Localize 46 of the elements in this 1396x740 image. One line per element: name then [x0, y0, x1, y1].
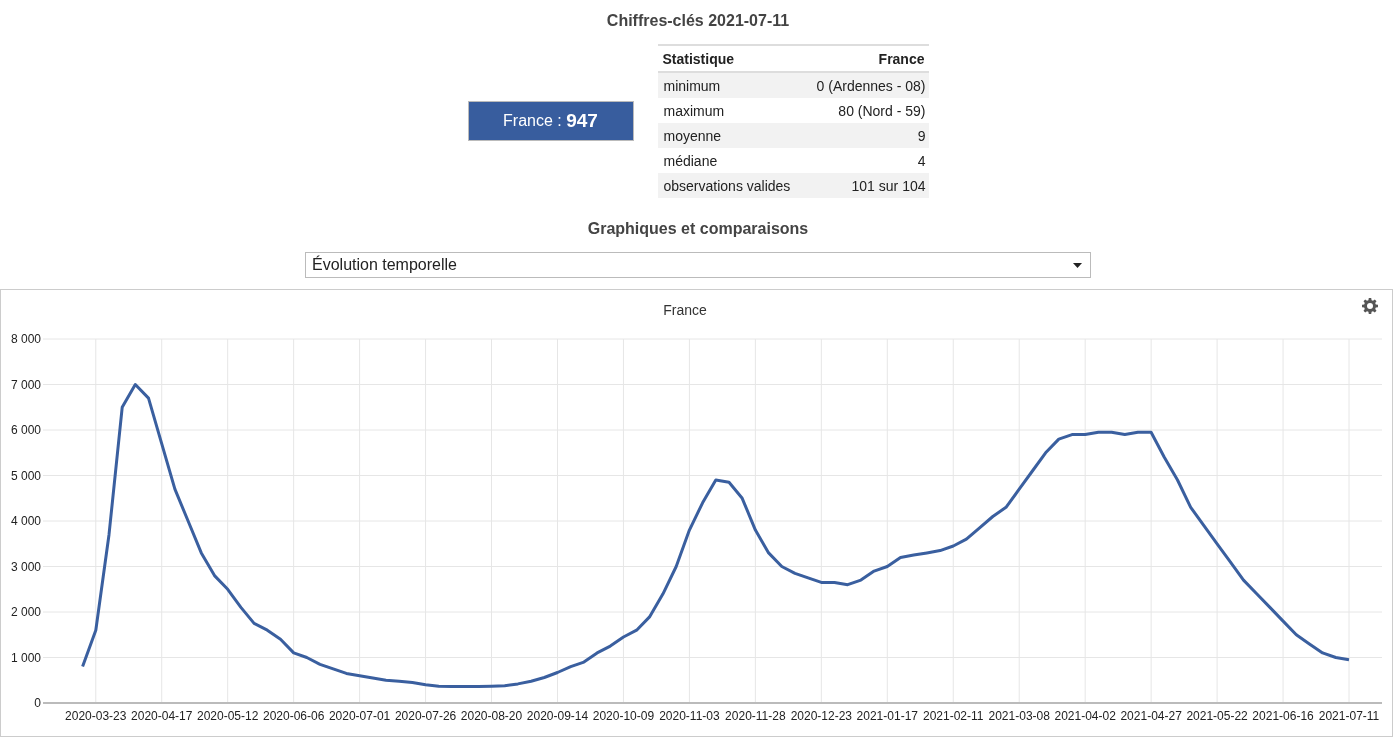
- table-cell: maximum: [657, 98, 803, 123]
- table-cell: 9: [802, 123, 929, 148]
- x-tick-label: 2021-07-11: [1318, 709, 1380, 723]
- table-cell: 101 sur 104: [802, 173, 929, 198]
- caret-icon: [1073, 262, 1082, 268]
- x-tick-label: 2020-07-01: [328, 709, 391, 723]
- x-tick-label: 2021-01-17: [856, 709, 918, 723]
- y-tick-label: 0: [34, 696, 41, 710]
- y-tick-label: 6 000: [10, 423, 41, 437]
- chart-type-dropdown[interactable]: Évolution temporelle: [305, 252, 1091, 278]
- y-tick-label: 3 000: [10, 559, 41, 574]
- y-tick-label: 7 000: [10, 377, 41, 392]
- y-tick-label: 8 000: [10, 332, 41, 346]
- table-cell: 0 (Ardennes - 08): [802, 72, 929, 98]
- x-tick-label: 2021-04-02: [1054, 709, 1116, 723]
- table-cell: 80 (Nord - 59): [802, 98, 929, 123]
- section-title: Graphiques et comparaisons: [586, 220, 810, 238]
- chart-title: France: [663, 302, 707, 318]
- table-cell: observations valides: [657, 173, 803, 198]
- x-tick-label: 2020-09-14: [526, 709, 589, 723]
- x-tick-label: 2021-02-11: [923, 709, 984, 723]
- settings-icon[interactable]: [1362, 298, 1378, 314]
- x-tick-label: 2020-12-23: [790, 709, 853, 723]
- x-tick-label: 2020-10-09: [592, 709, 655, 723]
- table-cell: 4: [802, 148, 929, 173]
- x-tick-label: 2020-11-28: [725, 709, 786, 723]
- x-tick-label: 2020-05-12: [197, 709, 259, 723]
- x-tick-label: 2020-06-06: [262, 709, 325, 723]
- total-badge: France : 947: [467, 101, 634, 141]
- x-tick-label: 2021-05-22: [1186, 709, 1248, 723]
- y-tick-label: 5 000: [10, 468, 41, 483]
- table-cell: moyenne: [657, 123, 803, 148]
- section-title: Chiffres-clés 2021-07-11: [605, 12, 791, 30]
- y-tick-label: 1 000: [10, 650, 41, 665]
- x-tick-label: 2020-08-20: [460, 709, 523, 723]
- table-cell: minimum: [657, 72, 803, 98]
- y-tick-label: 2 000: [10, 605, 41, 619]
- x-tick-label: 2021-06-16: [1252, 709, 1314, 723]
- x-tick-label: 2020-04-17: [131, 709, 193, 723]
- x-tick-label: 2021-04-27: [1120, 709, 1182, 723]
- x-tick-label: 2020-07-26: [394, 709, 457, 723]
- x-tick-label: 2021-03-08: [988, 709, 1050, 723]
- y-tick-label: 4 000: [10, 514, 41, 528]
- table-cell: médiane: [657, 148, 803, 173]
- x-tick-label: 2020-03-23: [65, 709, 127, 723]
- x-tick-label: 2020-11-03: [659, 709, 720, 723]
